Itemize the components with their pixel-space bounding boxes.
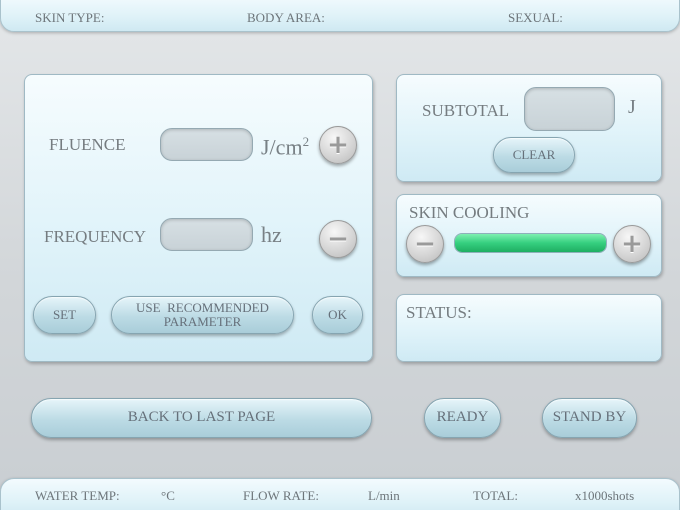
frequency-decrease-button[interactable]: −	[319, 220, 357, 258]
skin-type-label: SKIN TYPE:	[35, 10, 105, 25]
frequency-unit: hz	[261, 222, 282, 247]
minus-icon: −	[414, 229, 436, 259]
cooling-increase-button[interactable]: +	[613, 225, 651, 263]
recommended-line-2: PARAMETER	[163, 314, 242, 329]
flow-rate-label: FLOW RATE:	[243, 488, 319, 503]
body-area-label: BODY AREA:	[247, 10, 325, 25]
fluence-unit: J/cm2	[261, 134, 310, 160]
total-unit: x1000shots	[575, 488, 635, 503]
sexual-label: SEXUAL:	[508, 10, 563, 25]
header-bar: SKIN TYPE: BODY AREA: SEXUAL:	[0, 0, 680, 32]
frequency-field[interactable]	[160, 218, 253, 251]
status-label: STATUS:	[406, 303, 472, 322]
flow-rate-unit: L/min	[368, 488, 400, 503]
total-label: TOTAL:	[473, 488, 518, 503]
stand-by-button[interactable]: STAND BY	[542, 398, 637, 438]
fluence-label: FLUENCE	[49, 135, 126, 154]
water-temp-label: WATER TEMP:	[35, 488, 120, 503]
cooling-decrease-button[interactable]: −	[406, 225, 444, 263]
minus-icon: −	[327, 224, 349, 254]
use-recommended-parameter-button[interactable]: USE RECOMMENDED PARAMETER	[111, 296, 294, 334]
frequency-label: FREQUENCY	[44, 227, 147, 246]
water-temp-unit: °C	[161, 488, 175, 503]
back-to-last-page-button[interactable]: BACK TO LAST PAGE	[31, 398, 372, 438]
ok-button[interactable]: OK	[312, 296, 363, 334]
plus-icon: +	[327, 130, 349, 160]
subtotal-field	[524, 87, 615, 131]
set-button[interactable]: SET	[33, 296, 96, 334]
fluence-field[interactable]	[160, 128, 253, 161]
cooling-level-fill	[455, 234, 606, 252]
fluence-increase-button[interactable]: +	[319, 126, 357, 164]
ready-button[interactable]: READY	[424, 398, 501, 438]
cooling-level-bar[interactable]	[454, 233, 607, 253]
recommended-line-1: USE RECOMMENDED	[136, 300, 269, 316]
fluence-unit-exponent: 2	[302, 134, 310, 149]
footer-bar: WATER TEMP: °C FLOW RATE: L/min TOTAL: x…	[0, 478, 680, 510]
subtotal-label: SUBTOTAL	[422, 101, 510, 120]
subtotal-unit: J	[628, 96, 636, 118]
skin-cooling-label: SKIN COOLING	[409, 203, 530, 222]
plus-icon: +	[621, 229, 643, 259]
clear-button[interactable]: CLEAR	[493, 137, 575, 173]
